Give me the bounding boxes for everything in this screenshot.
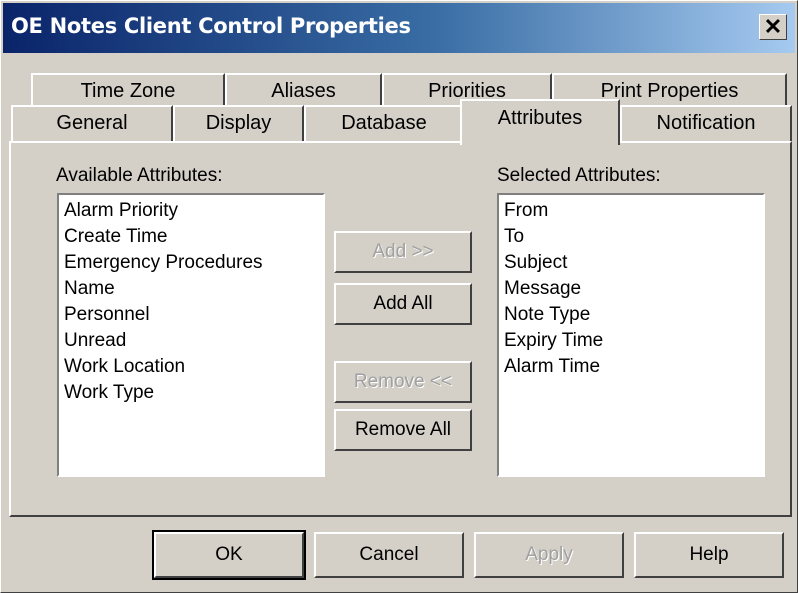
title-bar[interactable]: OE Notes Client Control Properties ✕ bbox=[3, 3, 795, 53]
window-title: OE Notes Client Control Properties bbox=[11, 14, 411, 38]
list-item[interactable]: Work Location bbox=[64, 354, 318, 380]
list-item[interactable]: Alarm Priority bbox=[64, 198, 318, 224]
available-attributes-list[interactable]: Alarm Priority Create Time Emergency Pro… bbox=[57, 193, 325, 477]
list-item[interactable]: Note Type bbox=[504, 302, 758, 328]
add-all-button[interactable]: Add All bbox=[334, 283, 472, 325]
list-item[interactable]: Personnel bbox=[64, 302, 318, 328]
apply-button[interactable]: Apply bbox=[474, 532, 624, 578]
remove-button[interactable]: Remove << bbox=[334, 361, 472, 403]
list-item[interactable]: Unread bbox=[64, 328, 318, 354]
list-item[interactable]: Work Type bbox=[64, 380, 318, 406]
list-item[interactable]: Emergency Procedures bbox=[64, 250, 318, 276]
selected-attributes-list[interactable]: From To Subject Message Note Type Expiry… bbox=[497, 193, 765, 477]
list-item[interactable]: To bbox=[504, 224, 758, 250]
tab-general[interactable]: General bbox=[11, 105, 173, 141]
tab-aliases[interactable]: Aliases bbox=[225, 73, 382, 109]
attributes-panel: Available Attributes: Alarm Priority Cre… bbox=[9, 141, 792, 517]
list-item[interactable]: Message bbox=[504, 276, 758, 302]
tab-notification[interactable]: Notification bbox=[620, 105, 792, 141]
help-button[interactable]: Help bbox=[634, 532, 784, 578]
tab-database[interactable]: Database bbox=[304, 105, 464, 141]
tab-attributes[interactable]: Attributes bbox=[460, 99, 620, 145]
remove-all-button[interactable]: Remove All bbox=[334, 409, 472, 451]
close-icon[interactable]: ✕ bbox=[759, 14, 787, 40]
tab-time-zone[interactable]: Time Zone bbox=[31, 73, 225, 109]
properties-dialog: OE Notes Client Control Properties ✕ Tim… bbox=[0, 0, 798, 593]
list-item[interactable]: Alarm Time bbox=[504, 354, 758, 380]
list-item[interactable]: From bbox=[504, 198, 758, 224]
list-item[interactable]: Expiry Time bbox=[504, 328, 758, 354]
list-item[interactable]: Create Time bbox=[64, 224, 318, 250]
selected-attributes-label: Selected Attributes: bbox=[497, 165, 661, 186]
available-attributes-label: Available Attributes: bbox=[56, 165, 223, 186]
tab-display[interactable]: Display bbox=[173, 105, 304, 141]
list-item[interactable]: Name bbox=[64, 276, 318, 302]
add-button[interactable]: Add >> bbox=[334, 231, 472, 273]
cancel-button[interactable]: Cancel bbox=[314, 532, 464, 578]
list-item[interactable]: Subject bbox=[504, 250, 758, 276]
ok-button[interactable]: OK bbox=[152, 530, 306, 580]
